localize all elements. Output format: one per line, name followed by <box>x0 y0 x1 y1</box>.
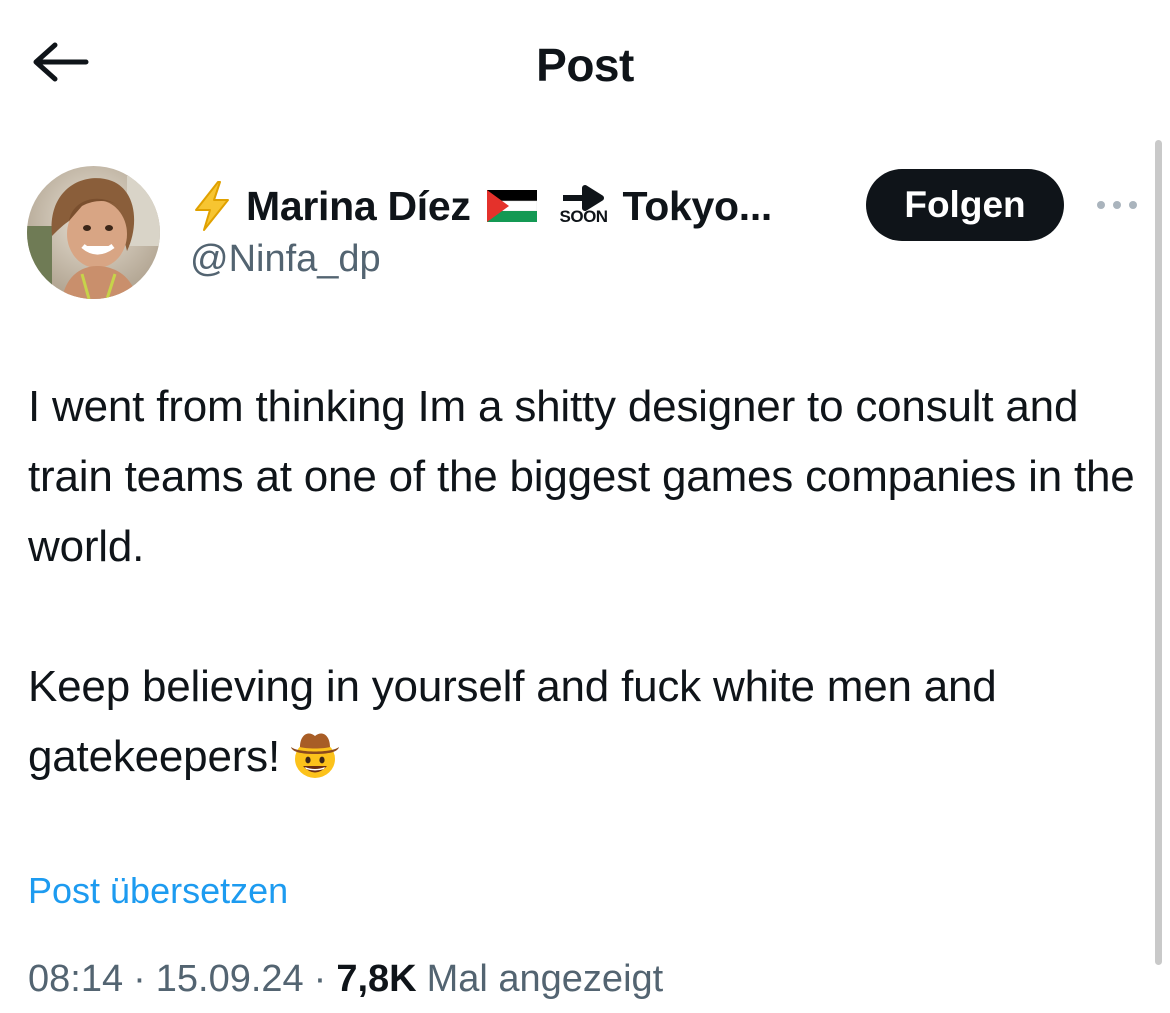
palestine-flag-icon <box>486 190 537 222</box>
separator: · <box>313 958 327 1000</box>
soon-arrow-icon: SOON <box>555 180 613 232</box>
high-voltage-icon <box>190 180 234 232</box>
avatar[interactable] <box>27 166 160 299</box>
more-horizontal-icon <box>1095 197 1139 215</box>
post-paragraph-1: I went from thinking Im a shitty designe… <box>28 382 1135 571</box>
top-bar: Post <box>0 0 1170 130</box>
author-name-row[interactable]: Marina Díez SOON Tokyo... <box>190 176 772 236</box>
cowboy-hat-face-icon <box>288 727 342 802</box>
author-display-name: Marina Díez <box>246 182 471 229</box>
post-date[interactable]: 15.09.24 <box>156 958 304 1001</box>
post-detail-page: Post Marina Díez SOON Tokyo... @Ninfa_dp… <box>0 0 1170 1013</box>
views-count[interactable]: 7,8K <box>336 958 416 1001</box>
views-label: Mal angezeigt <box>426 958 664 1000</box>
scrollbar[interactable] <box>1155 140 1162 965</box>
separator: · <box>133 958 146 1000</box>
author-name-suffix: Tokyo... <box>622 182 773 229</box>
post-meta: 08:14 · 15.09.24 · 7,8K Mal angezeigt <box>28 958 663 1001</box>
post-paragraph-2-text: Keep believing in yourself and fuck whit… <box>28 662 997 781</box>
more-options-button[interactable] <box>1092 193 1142 219</box>
page-title: Post <box>536 39 634 91</box>
follow-button[interactable]: Folgen <box>866 169 1064 241</box>
author-handle[interactable]: @Ninfa_dp <box>190 238 381 281</box>
soon-label: SOON <box>559 207 609 226</box>
post-text: I went from thinking Im a shitty designe… <box>28 372 1138 802</box>
post-time[interactable]: 08:14 <box>28 958 123 1001</box>
translate-post-link[interactable]: Post übersetzen <box>28 870 288 912</box>
post-paragraph-2: Keep believing in yourself and fuck whit… <box>28 652 1138 802</box>
